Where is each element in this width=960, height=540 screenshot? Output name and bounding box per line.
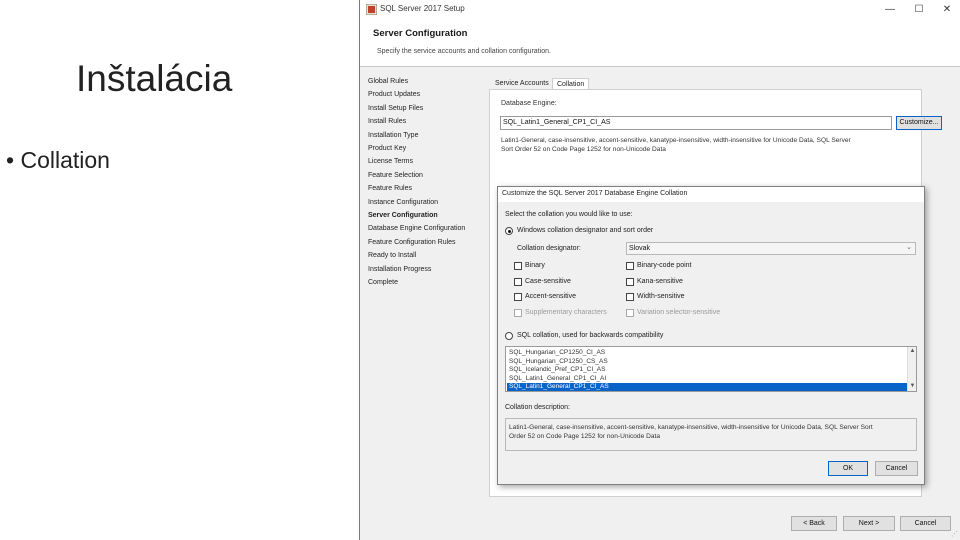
- step-global-rules[interactable]: Global Rules: [368, 78, 408, 85]
- collation-dialog: Customize the SQL Server 2017 Database E…: [497, 186, 925, 485]
- page-subtitle: Specify the service accounts and collati…: [377, 48, 551, 55]
- bullet-marker: •: [6, 147, 15, 173]
- back-button[interactable]: < Back: [791, 516, 837, 531]
- ok-button[interactable]: OK: [828, 461, 868, 476]
- kana-sensitive-checkbox[interactable]: [626, 278, 634, 286]
- sql-server-app-icon: [366, 4, 377, 15]
- step-product-updates[interactable]: Product Updates: [368, 91, 420, 98]
- window-title: SQL Server 2017 Setup: [380, 4, 465, 13]
- dialog-description-line2: Order 52 on Code Page 1252 for non-Unico…: [509, 433, 661, 440]
- step-install-rules[interactable]: Install Rules: [368, 118, 406, 125]
- step-feature-selection[interactable]: Feature Selection: [368, 172, 423, 179]
- sql-collation-radio[interactable]: [505, 332, 513, 340]
- accent-sensitive-label: Accent-sensitive: [525, 293, 576, 300]
- maximize-button[interactable]: ☐: [905, 2, 933, 18]
- binary-code-point-checkbox[interactable]: [626, 262, 634, 270]
- scroll-up-icon[interactable]: ▲: [908, 348, 916, 354]
- case-sensitive-label: Case-sensitive: [525, 278, 571, 285]
- step-complete[interactable]: Complete: [368, 279, 398, 286]
- step-ready-to-install[interactable]: Ready to Install: [368, 252, 416, 259]
- designator-label: Collation designator:: [517, 245, 581, 252]
- dialog-titlebar: Customize the SQL Server 2017 Database E…: [498, 187, 924, 202]
- list-item-selected[interactable]: SQL_Latin1_General_CP1_CI_AS: [507, 383, 907, 391]
- designator-dropdown[interactable]: Slovak ⌄: [626, 242, 916, 255]
- page-header: Server Configuration Specify the service…: [360, 20, 960, 67]
- list-item[interactable]: SQL_Latin1_General_CP1_CI_AI: [507, 375, 907, 384]
- dialog-prompt: Select the collation you would like to u…: [505, 211, 633, 218]
- step-install-setup-files[interactable]: Install Setup Files: [368, 105, 423, 112]
- collation-description-box: Latin1-General, case-insensitive, accent…: [505, 418, 917, 451]
- minimize-button[interactable]: —: [876, 2, 904, 18]
- width-sensitive-checkbox[interactable]: [626, 293, 634, 301]
- step-feature-configuration-rules[interactable]: Feature Configuration Rules: [368, 239, 456, 246]
- accent-sensitive-checkbox[interactable]: [514, 293, 522, 301]
- collation-description-label: Collation description:: [505, 404, 570, 411]
- binary-label: Binary: [525, 262, 545, 269]
- step-installation-type[interactable]: Installation Type: [368, 132, 418, 139]
- windows-collation-radio[interactable]: [505, 227, 513, 235]
- supplementary-label: Supplementary characters: [525, 309, 607, 316]
- step-installation-progress[interactable]: Installation Progress: [368, 266, 431, 273]
- list-item[interactable]: SQL_Hungarian_CP1250_CS_AS: [507, 358, 907, 367]
- page-title: Server Configuration: [373, 28, 468, 39]
- step-server-configuration[interactable]: Server Configuration: [368, 212, 438, 219]
- dialog-title: Customize the SQL Server 2017 Database E…: [502, 190, 688, 197]
- window-titlebar: SQL Server 2017 Setup — ☐ ✕: [360, 0, 960, 20]
- variation-selector-label: Variation selector-sensitive: [637, 309, 721, 316]
- slide-bullet: • Collation: [6, 147, 110, 174]
- list-item[interactable]: SQL_Hungarian_CP1250_CI_AS: [507, 349, 907, 358]
- slide-title: Inštalácia: [76, 58, 233, 99]
- database-engine-label: Database Engine:: [501, 100, 557, 107]
- customize-button[interactable]: Customize...: [896, 116, 942, 130]
- step-database-engine-configuration[interactable]: Database Engine Configuration: [368, 225, 465, 232]
- designator-value: Slovak: [629, 245, 651, 252]
- binary-checkbox[interactable]: [514, 262, 522, 270]
- next-button[interactable]: Next >: [843, 516, 895, 531]
- setup-window: SQL Server 2017 Setup — ☐ ✕ Server Confi…: [359, 0, 960, 540]
- variation-selector-checkbox: [626, 309, 634, 317]
- resize-grip-icon[interactable]: ⋰: [951, 530, 958, 538]
- bullet-text: Collation: [20, 147, 110, 173]
- list-scrollbar[interactable]: ▲ ▼: [907, 347, 916, 391]
- sql-collation-list[interactable]: SQL_Hungarian_CP1250_CI_AS SQL_Hungarian…: [505, 346, 917, 392]
- step-license-terms[interactable]: License Terms: [368, 158, 413, 165]
- windows-collation-label[interactable]: Windows collation designator and sort or…: [517, 227, 653, 234]
- width-sensitive-label: Width-sensitive: [637, 293, 685, 300]
- list-item[interactable]: SQL_Icelandic_Pref_CP1_CI_AS: [507, 366, 907, 375]
- cancel-button[interactable]: Cancel: [900, 516, 951, 531]
- kana-sensitive-label: Kana-sensitive: [637, 278, 683, 285]
- step-instance-configuration[interactable]: Instance Configuration: [368, 199, 438, 206]
- supplementary-checkbox: [514, 309, 522, 317]
- collation-description-line1: Latin1-General, case-insensitive, accent…: [501, 137, 851, 144]
- dialog-description-text: Latin1-General, case-insensitive, accent…: [509, 423, 914, 441]
- dialog-cancel-button[interactable]: Cancel: [875, 461, 918, 476]
- chevron-down-icon: ⌄: [906, 244, 912, 251]
- collation-value-field[interactable]: SQL_Latin1_General_CP1_CI_AS: [500, 116, 892, 130]
- binary-code-point-label: Binary-code point: [637, 262, 692, 269]
- step-feature-rules[interactable]: Feature Rules: [368, 185, 412, 192]
- collation-description-line2: Sort Order 52 on Code Page 1252 for non-…: [501, 146, 666, 153]
- case-sensitive-checkbox[interactable]: [514, 278, 522, 286]
- sql-collation-label[interactable]: SQL collation, used for backwards compat…: [517, 332, 663, 339]
- collation-description: Latin1-General, case-insensitive, accent…: [501, 136, 941, 154]
- close-button[interactable]: ✕: [933, 2, 960, 18]
- scroll-down-icon[interactable]: ▼: [908, 383, 916, 389]
- step-product-key[interactable]: Product Key: [368, 145, 406, 152]
- dialog-description-line1: Latin1-General, case-insensitive, accent…: [509, 424, 873, 431]
